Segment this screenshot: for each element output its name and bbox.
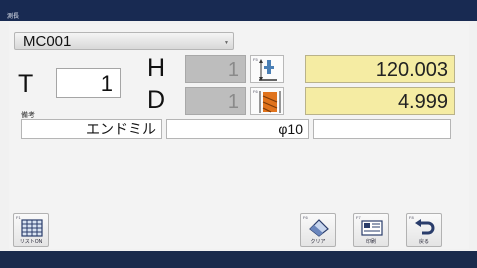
back-label: 戻る	[418, 239, 429, 245]
measurement-window: 測長 MC001 ▼ T 1 H D 1 1 F5 F6 120.003 4.9…	[0, 0, 477, 268]
tool-name-field[interactable]: エンドミル	[21, 119, 162, 139]
d-value-display: 4.999	[305, 87, 455, 115]
print-sheet-icon	[361, 220, 383, 236]
diameter-field[interactable]: φ10	[166, 119, 309, 139]
list-on-label: リストON	[19, 239, 43, 245]
clear-fkey: F6	[303, 215, 308, 220]
clear-label: クリア	[310, 239, 326, 245]
list-on-fkey: F1	[16, 215, 21, 220]
d-number-field: 1	[185, 87, 246, 115]
clear-button[interactable]: F6 クリア	[300, 213, 336, 247]
back-fkey: F8	[409, 215, 414, 220]
h-value-display: 120.003	[305, 55, 455, 83]
return-arrow-icon	[415, 219, 435, 235]
bottom-bar	[0, 251, 477, 268]
h-number-field: 1	[185, 55, 246, 83]
machine-select[interactable]: MC001 ▼	[14, 32, 234, 50]
eraser-icon	[309, 219, 329, 237]
note-field[interactable]	[313, 119, 451, 139]
tool-length-icon	[259, 59, 277, 81]
grid-list-icon	[21, 219, 43, 237]
title-bar: 測長	[0, 0, 477, 21]
h-label: H	[147, 54, 166, 82]
window-title: 測長	[7, 14, 20, 20]
t-label: T	[18, 70, 34, 98]
tool-diameter-icon	[259, 91, 281, 113]
list-on-button[interactable]: F1 リストON	[13, 213, 49, 247]
d-measure-button[interactable]: F6	[250, 87, 284, 115]
back-button[interactable]: F8 戻る	[406, 213, 442, 247]
t-number-field[interactable]: 1	[56, 68, 121, 98]
print-fkey: F7	[356, 215, 361, 220]
d-label: D	[147, 86, 166, 114]
machine-select-value: MC001	[23, 33, 72, 50]
print-label: 印刷	[365, 239, 376, 245]
h-measure-button[interactable]: F5	[250, 55, 284, 83]
print-button[interactable]: F7 印刷	[353, 213, 389, 247]
dropdown-arrow-icon: ▼	[224, 40, 229, 46]
